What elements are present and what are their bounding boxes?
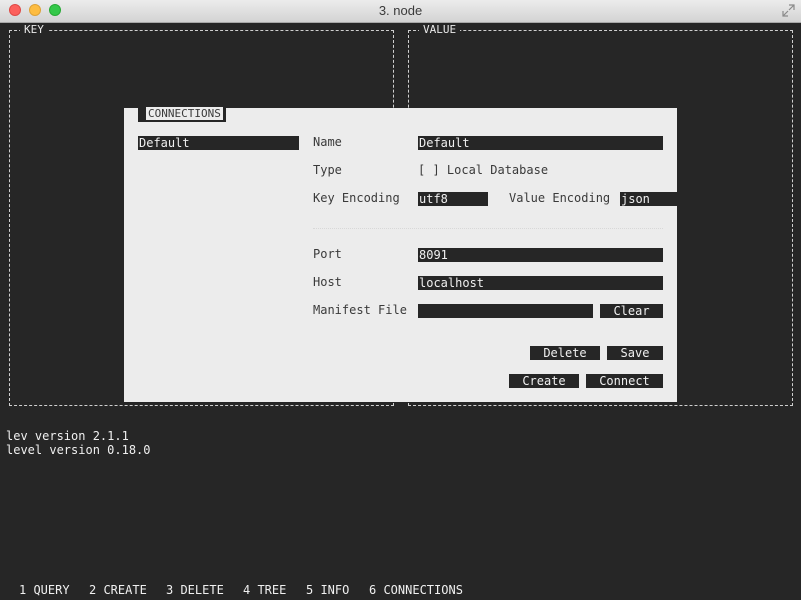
nav-item-connections[interactable]: 6 CONNECTIONS — [369, 583, 463, 597]
delete-button[interactable]: Delete — [530, 346, 600, 360]
host-label: Host — [313, 275, 342, 289]
connections-tab-label: CONNECTIONS — [146, 107, 223, 120]
name-input[interactable]: Default — [418, 136, 663, 150]
value-encoding-input[interactable]: json — [620, 192, 677, 206]
console-output: lev version 2.1.1 level version 0.18.0 — [6, 429, 151, 457]
nav-item-query[interactable]: 1 QUERY — [19, 583, 70, 597]
console-line: lev version 2.1.1 — [6, 429, 129, 443]
nav-item-tree[interactable]: 4 TREE — [243, 583, 286, 597]
terminal-window: 3. node KEY VALUE CONNECTIONS Default Na… — [0, 0, 801, 600]
manifest-file-input[interactable] — [418, 304, 593, 318]
value-panel-label: VALUE — [419, 23, 461, 37]
section-divider — [313, 228, 663, 230]
key-encoding-label: Key Encoding — [313, 191, 400, 205]
fullscreen-arrows-icon — [782, 4, 795, 17]
connect-button[interactable]: Connect — [586, 374, 663, 388]
title-bar: 3. node — [0, 0, 801, 23]
key-panel-label: KEY — [20, 23, 48, 37]
manifest-file-label: Manifest File — [313, 303, 407, 317]
nav-item-info[interactable]: 5 INFO — [306, 583, 349, 597]
connections-dialog: CONNECTIONS Default Name Default Type [ … — [124, 107, 677, 402]
key-encoding-input[interactable]: utf8 — [418, 192, 488, 206]
type-label: Type — [313, 163, 342, 177]
value-encoding-label: Value Encoding — [509, 191, 611, 205]
fullscreen-icon[interactable] — [782, 4, 795, 17]
local-database-checkbox[interactable]: [ ] Local Database — [418, 163, 548, 177]
port-input[interactable]: 8091 — [418, 248, 663, 262]
connection-item-default[interactable]: Default — [138, 136, 299, 150]
clear-button[interactable]: Clear — [600, 304, 663, 318]
host-input[interactable]: localhost — [418, 276, 663, 290]
nav-item-create[interactable]: 2 CREATE — [89, 583, 147, 597]
connections-tab: CONNECTIONS — [138, 107, 226, 122]
name-label: Name — [313, 135, 342, 149]
window-title: 3. node — [378, 3, 423, 18]
connections-list[interactable]: Default — [138, 136, 299, 150]
nav-item-delete[interactable]: 3 DELETE — [166, 583, 224, 597]
port-label: Port — [313, 247, 342, 261]
create-button[interactable]: Create — [509, 374, 579, 388]
console-line: level version 0.18.0 — [6, 443, 151, 457]
save-button[interactable]: Save — [607, 346, 663, 360]
